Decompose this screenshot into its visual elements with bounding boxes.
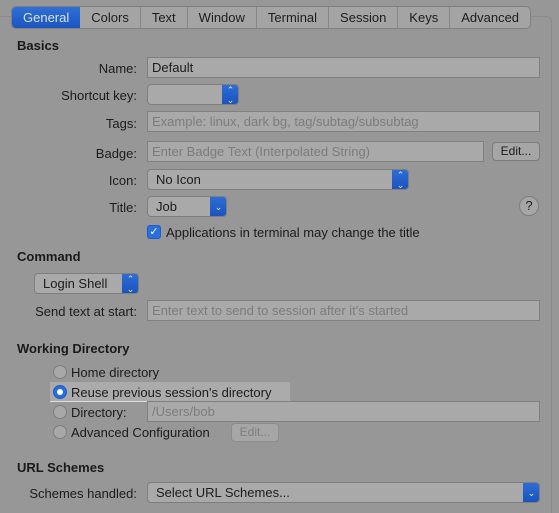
schemes-handled-popup[interactable]: Select URL Schemes... ⌄ <box>147 482 540 503</box>
icon-popup[interactable]: No Icon ⌃ ⌄ <box>147 169 409 190</box>
command-type-popup[interactable]: Login Shell ⌃ ⌄ <box>34 273 139 294</box>
up-down-chevron-icon: ⌃ ⌄ <box>222 85 238 104</box>
tab-session[interactable]: Session <box>329 7 399 28</box>
radio-button[interactable] <box>53 405 67 419</box>
up-down-chevron-icon: ⌃ ⌄ <box>392 170 408 189</box>
schemes-handled-label: Schemes handled: <box>29 486 137 501</box>
radio-label: Reuse previous session's directory <box>71 385 272 400</box>
advanced-configuration-edit-button[interactable]: Edit... <box>231 423 279 442</box>
radio-button[interactable] <box>53 425 67 439</box>
tags-field[interactable]: Example: linux, dark bg, tag/subtag/subs… <box>147 111 540 132</box>
title-popup[interactable]: Job ⌄ <box>147 196 227 217</box>
title-value: Job <box>156 199 177 214</box>
title-label: Title: <box>109 200 137 215</box>
radio-label: Advanced Configuration <box>71 425 210 440</box>
badge-label: Badge: <box>95 146 137 161</box>
shortcut-key-popup[interactable]: ⌃ ⌄ <box>147 84 239 105</box>
tab-colors[interactable]: Colors <box>80 7 141 28</box>
name-field[interactable]: Default <box>147 57 540 78</box>
up-down-chevron-icon: ⌃ ⌄ <box>122 274 138 293</box>
tab-bar: General Colors Text Window Terminal Sess… <box>11 6 532 29</box>
tags-label: Tags: <box>105 116 137 131</box>
radio-button-selected[interactable] <box>53 385 67 399</box>
url-schemes-heading: URL Schemes <box>17 460 105 475</box>
checkmark-icon: ✓ <box>149 226 159 238</box>
tab-text[interactable]: Text <box>141 7 188 28</box>
schemes-handled-value: Select URL Schemes... <box>156 485 290 500</box>
icon-value: No Icon <box>156 172 201 187</box>
badge-edit-button[interactable]: Edit... <box>492 142 540 161</box>
radio-label: Home directory <box>71 365 160 380</box>
radio-button[interactable] <box>53 365 67 379</box>
chevron-down-icon: ⌄ <box>210 197 226 216</box>
tab-keys[interactable]: Keys <box>398 7 451 28</box>
tab-window[interactable]: Window <box>188 7 257 28</box>
directory-field[interactable]: /Users/bob <box>147 401 540 422</box>
tab-general[interactable]: General <box>12 7 81 28</box>
basics-heading: Basics <box>17 38 59 53</box>
tab-terminal[interactable]: Terminal <box>257 7 330 28</box>
working-directory-heading: Working Directory <box>17 341 130 356</box>
name-label: Name: <box>98 61 137 76</box>
apps-change-title-label: Applications in terminal may change the … <box>166 225 420 240</box>
chevron-down-icon: ⌄ <box>523 483 539 502</box>
icon-label: Icon: <box>108 173 137 188</box>
badge-field[interactable]: Enter Badge Text (Interpolated String) <box>147 141 484 162</box>
shortcut-key-label: Shortcut key: <box>61 88 137 103</box>
command-type-value: Login Shell <box>43 276 108 291</box>
send-text-label: Send text at start: <box>35 304 137 319</box>
radio-label: Directory: <box>71 405 127 420</box>
apps-change-title-checkbox[interactable]: ✓ <box>147 225 161 239</box>
send-text-field[interactable]: Enter text to send to session after it's… <box>147 300 540 321</box>
help-button[interactable]: ? <box>519 196 539 216</box>
command-heading: Command <box>17 249 81 264</box>
tab-advanced[interactable]: Advanced <box>450 7 530 28</box>
